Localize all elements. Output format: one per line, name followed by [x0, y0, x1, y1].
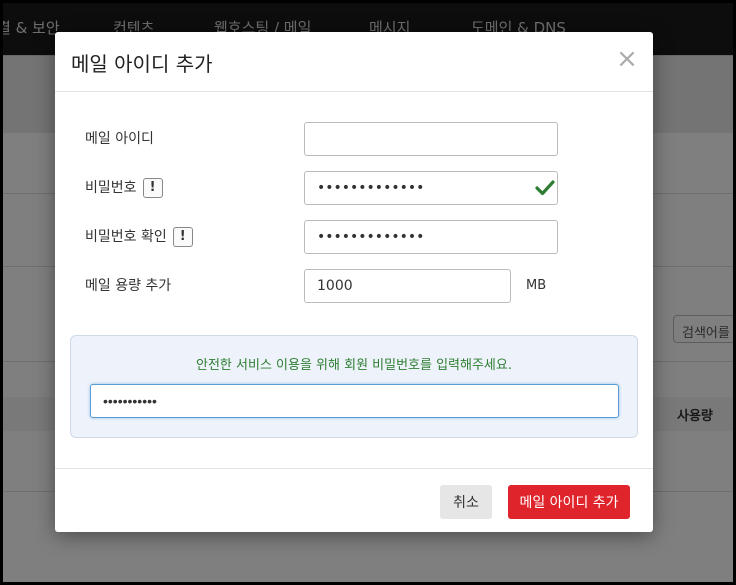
modal-header: 메일 아이디 추가 ×: [55, 32, 653, 92]
modal-title: 메일 아이디 추가: [71, 52, 213, 76]
cancel-button[interactable]: 취소: [440, 485, 492, 519]
password-input[interactable]: [304, 171, 558, 205]
mail-id-label: 메일 아이디: [85, 131, 154, 147]
quota-input[interactable]: [304, 269, 511, 303]
quota-label: 메일 용량 추가: [85, 278, 172, 294]
check-icon: [535, 180, 555, 196]
confirm-message: 안전한 서비스 이용을 위해 회원 비밀번호를 입력해주세요.: [196, 358, 512, 373]
modal-footer: 취소 메일 아이디 추가: [55, 468, 653, 532]
add-mail-id-dialog: 메일 아이디 추가 × 메일 아이디 비밀번호! 비밀번호 확인! 메일 용량 …: [55, 32, 653, 532]
password-info-icon[interactable]: !: [142, 178, 163, 198]
add-mail-id-button[interactable]: 메일 아이디 추가: [508, 485, 630, 519]
password-confirm-input[interactable]: [304, 220, 558, 254]
quota-unit: MB: [526, 278, 547, 293]
password-confirm-info-icon[interactable]: !: [172, 227, 193, 247]
password-confirm-label: 비밀번호 확인: [85, 229, 167, 245]
password-label: 비밀번호: [85, 180, 137, 196]
member-password-input[interactable]: [90, 384, 619, 418]
member-password-confirm-box: 안전한 서비스 이용을 위해 회원 비밀번호를 입력해주세요.: [70, 335, 638, 438]
mail-id-input[interactable]: [304, 122, 558, 156]
close-icon[interactable]: ×: [615, 46, 639, 72]
